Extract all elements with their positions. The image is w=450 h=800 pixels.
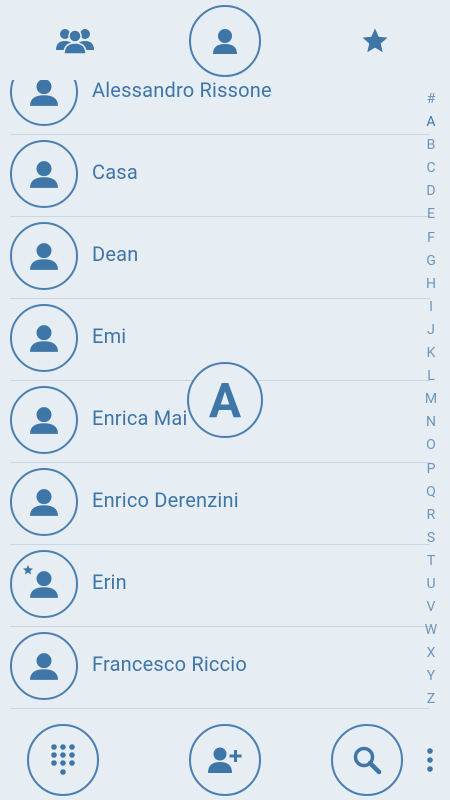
contact-name: Enrico Derenzini [92, 488, 239, 512]
avatar [10, 386, 78, 454]
index-letter[interactable]: T [422, 550, 440, 573]
overflow-menu-icon [427, 748, 433, 772]
contact-name: Erin [92, 570, 127, 594]
person-icon [30, 325, 58, 352]
groups-icon [56, 29, 94, 54]
contact-name: Alessandro Rissone [92, 80, 272, 102]
tab-contacts[interactable] [189, 5, 261, 77]
avatar [10, 222, 78, 290]
index-letter[interactable]: H [422, 273, 440, 296]
contact-row[interactable]: Enrico Derenzini [10, 462, 430, 545]
index-letter[interactable]: F [422, 227, 440, 250]
index-letter[interactable]: Y [422, 665, 440, 688]
dialpad-button[interactable] [27, 724, 99, 796]
person-icon [30, 407, 58, 434]
index-letter[interactable]: X [422, 642, 440, 665]
contact-name: Dean [92, 242, 139, 266]
contact-row[interactable]: Francesco Riccio [10, 626, 430, 709]
person-icon [30, 243, 58, 270]
overflow-menu-button[interactable] [418, 740, 442, 780]
add-contact-icon [208, 747, 242, 773]
contact-name: Casa [92, 160, 138, 184]
tab-favorites[interactable] [352, 20, 398, 62]
contact-row[interactable]: Alessandro Rissone [10, 80, 430, 135]
index-letter[interactable]: W [422, 619, 440, 642]
index-letter[interactable]: U [422, 573, 440, 596]
contact-name: Emi [92, 324, 127, 348]
avatar [10, 304, 78, 372]
contact-row[interactable]: Dean [10, 216, 430, 299]
index-letter[interactable]: O [422, 434, 440, 457]
index-letter[interactable]: B [422, 134, 440, 157]
avatar [10, 140, 78, 208]
search-icon [353, 746, 382, 775]
bottom-action-bar [0, 710, 450, 800]
alphabet-index[interactable]: # A B C D E F G H I J K L M N O P Q R S … [422, 88, 440, 712]
tab-groups[interactable] [50, 20, 100, 60]
person-icon [30, 161, 58, 188]
contact-name: Francesco Riccio [92, 652, 247, 676]
top-tab-bar [0, 0, 450, 80]
contact-name: Enrica Mai [92, 406, 188, 430]
avatar [10, 632, 78, 700]
index-letter[interactable]: S [422, 527, 440, 550]
favorite-star-icon [23, 565, 33, 575]
index-letter[interactable]: I [422, 296, 440, 319]
avatar [10, 80, 78, 126]
index-letter[interactable]: E [422, 203, 440, 226]
person-icon [213, 29, 237, 54]
avatar [10, 468, 78, 536]
index-letter[interactable]: N [422, 411, 440, 434]
index-letter[interactable]: J [422, 319, 440, 342]
person-icon [30, 80, 58, 106]
dialpad-icon [51, 744, 75, 775]
index-letter[interactable]: R [422, 504, 440, 527]
index-letter[interactable]: P [422, 458, 440, 481]
index-letter[interactable]: Q [422, 481, 440, 504]
contact-row[interactable]: Erin [10, 544, 430, 627]
contact-row[interactable]: Casa [10, 134, 430, 217]
index-letter[interactable]: G [422, 250, 440, 273]
star-icon [362, 28, 388, 53]
add-contact-button[interactable] [189, 724, 261, 796]
avatar [10, 550, 78, 618]
index-letter[interactable]: V [422, 596, 440, 619]
scroll-letter-indicator: A [187, 362, 263, 438]
index-letter[interactable]: D [422, 180, 440, 203]
index-letter[interactable]: M [422, 388, 440, 411]
index-letter[interactable]: K [422, 342, 440, 365]
index-letter[interactable]: Z [422, 688, 440, 711]
search-button[interactable] [331, 724, 403, 796]
index-letter[interactable]: # [422, 88, 440, 111]
person-icon [30, 489, 58, 516]
index-letter[interactable]: C [422, 157, 440, 180]
index-letter[interactable]: A [422, 111, 440, 134]
person-icon [30, 653, 58, 680]
index-letter[interactable]: L [422, 365, 440, 388]
